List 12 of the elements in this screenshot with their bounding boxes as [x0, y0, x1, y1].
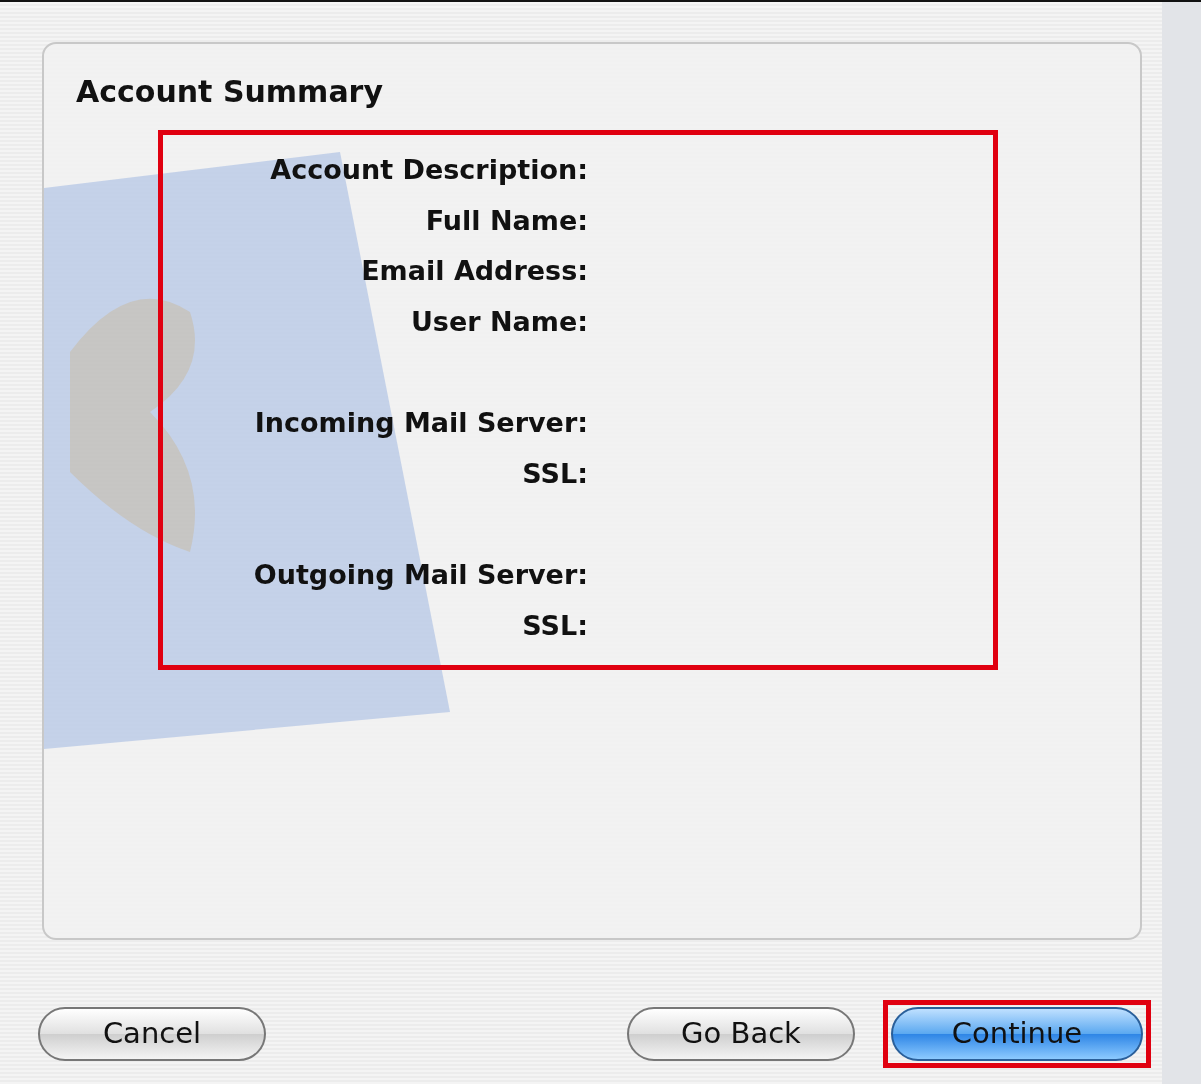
field-label: Outgoing Mail Server: — [252, 558, 588, 592]
field-label: Email Address: — [360, 254, 588, 288]
field-label: Full Name: — [424, 203, 588, 238]
continue-button[interactable]: Continue — [891, 1007, 1143, 1061]
field-label: Incoming Mail Server: — [253, 406, 588, 440]
field-label: SSL: — [521, 608, 588, 643]
dialog-button[interactable]: Cancel — [38, 1007, 266, 1061]
field-label: Account Description: — [269, 153, 588, 187]
panel-title: Account Summary — [76, 74, 384, 110]
field-label: SSL: — [521, 456, 588, 491]
dialog-button[interactable]: Go Back — [627, 1007, 855, 1061]
field-label: User Name: — [409, 304, 588, 339]
